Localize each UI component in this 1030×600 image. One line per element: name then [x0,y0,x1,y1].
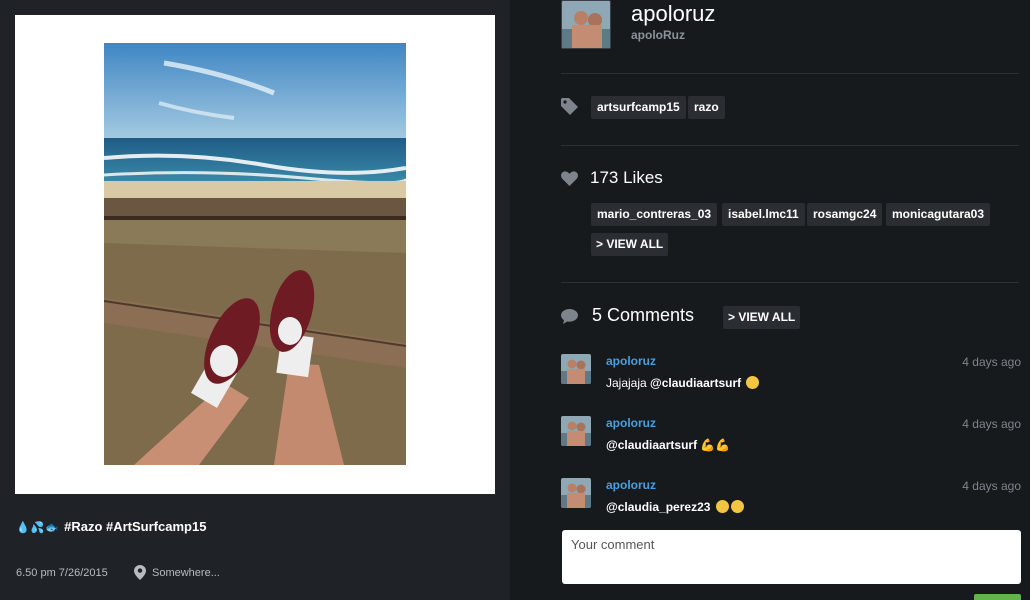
comment-body: Jajajaja [606,376,647,390]
liker-chip[interactable]: mario_contreras_03 [591,203,718,226]
location-label: Somewhere... [152,566,220,579]
liker-chip[interactable]: monicagutara03 [886,203,991,226]
comment-item: apoloruz 4 days ago Jajajaja @claudiaart… [561,354,1021,404]
comment-mention[interactable]: @claudiaartsurf [650,376,741,390]
caption-hashtags[interactable]: #Razo #ArtSurfcamp15 [64,519,206,534]
tag-icon [561,98,578,115]
comment-bubble-icon [561,309,578,324]
send-comment-button[interactable] [974,594,1021,600]
post-photo[interactable] [104,43,406,465]
smile-emoji-icon [715,500,729,513]
divider [561,73,1019,74]
comment-mention[interactable]: @claudiaartsurf [606,438,697,452]
commenter-username[interactable]: apoloruz [606,478,656,492]
comments-count: 5 Comments [592,305,695,325]
smile-emoji-icon [730,500,744,513]
author-username[interactable]: apoloruz [631,1,715,27]
likes-view-all-button[interactable]: > VIEW ALL [591,233,669,256]
flexed-biceps-emoji-icon: 💪💪 [700,438,731,452]
wink-emoji-icon [746,376,760,389]
comments-view-all-button[interactable]: > VIEW ALL [723,306,801,329]
heart-icon [561,171,578,186]
author-handle[interactable]: apoloRuz [631,28,685,42]
commenter-avatar[interactable] [561,478,591,508]
commenter-username[interactable]: apoloruz [606,354,656,368]
comment-text: Jajajaja @claudiaartsurf [606,376,760,390]
post-details-panel: apoloruz apoloRuz artsurfcamp15 razo 173… [510,0,1030,600]
comment-item: apoloruz 4 days ago @claudiaartsurf 💪💪 [561,416,1021,466]
liker-chip[interactable]: rosamgc24 [807,203,883,226]
comment-timestamp: 4 days ago [962,355,1021,369]
tag-chip[interactable]: razo [688,96,725,119]
comment-timestamp: 4 days ago [962,417,1021,431]
commenter-username[interactable]: apoloruz [606,416,656,430]
divider [561,145,1019,146]
liker-chip[interactable]: isabel.lmc11 [722,203,805,226]
photo-frame [15,15,495,494]
commenter-avatar[interactable] [561,354,591,384]
comment-input[interactable] [562,530,1021,584]
post-location[interactable]: Somewhere... [134,565,220,580]
comment-text: @claudiaartsurf 💪💪 [606,438,730,452]
location-pin-icon [134,565,146,580]
commenter-avatar[interactable] [561,416,591,446]
comment-item: apoloruz 4 days ago @claudia_perez23 [561,478,1021,528]
caption-emoji: 💧💦🐟 [16,521,61,534]
post-timestamp: 6.50 pm 7/26/2015 [16,567,108,579]
beach-photo-illustration [104,43,406,465]
post-caption: 💧💦🐟 #Razo #ArtSurfcamp15 [16,519,206,534]
comment-text: @claudia_perez23 [606,500,744,514]
divider [561,282,1019,283]
comment-mention[interactable]: @claudia_perez23 [606,500,710,514]
comment-timestamp: 4 days ago [962,479,1021,493]
tag-chip[interactable]: artsurfcamp15 [591,96,686,119]
photo-column: 💧💦🐟 #Razo #ArtSurfcamp15 6.50 pm 7/26/201… [0,0,510,600]
likes-count: 173 Likes [590,168,663,187]
author-avatar[interactable] [561,0,611,49]
